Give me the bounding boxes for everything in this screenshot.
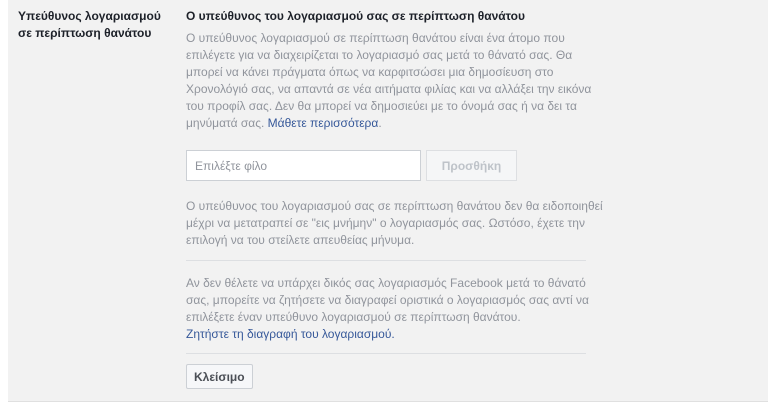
notify-text: Ο υπεύθυνος του λογαριασμού σας σε περίπ… [186, 199, 603, 247]
delete-info-text: Αν δεν θέλετε να υπάρχει δικός σας λογαρ… [186, 275, 606, 343]
learn-more-link[interactable]: Μάθετε περισσότερα [268, 116, 379, 130]
description-text: Ο υπεύθυνος λογαριασμού σε περίπτωση θαν… [186, 30, 606, 132]
settings-panel: Υπεύθυνος λογαριασμού σε περίπτωση θανάτ… [8, 0, 768, 402]
description-body: Ο υπεύθυνος λογαριασμού σε περίπτωση θαν… [186, 31, 592, 130]
description-period: . [378, 116, 382, 130]
divider [186, 353, 586, 354]
add-button[interactable]: Προσθήκη [426, 150, 517, 181]
delete-info-body: Αν δεν θέλετε να υπάρχει δικός σας λογαρ… [186, 276, 589, 324]
choose-friend-row: Προσθήκη [186, 150, 606, 181]
legacy-contact-content: Ο υπεύθυνος του λογαριασμού σας σε περίπ… [186, 8, 606, 389]
section-title: Ο υπεύθυνος του λογαριασμού σας σε περίπ… [186, 9, 525, 23]
request-deletion-link[interactable]: Ζητήστε τη διαγραφή του λογαριασμού. [186, 327, 395, 341]
close-button[interactable]: Κλείσιμο [186, 364, 253, 389]
section-label: Υπεύθυνος λογαριασμού σε περίπτωση θανάτ… [18, 9, 161, 40]
choose-friend-input[interactable] [186, 150, 421, 181]
divider [186, 260, 586, 261]
